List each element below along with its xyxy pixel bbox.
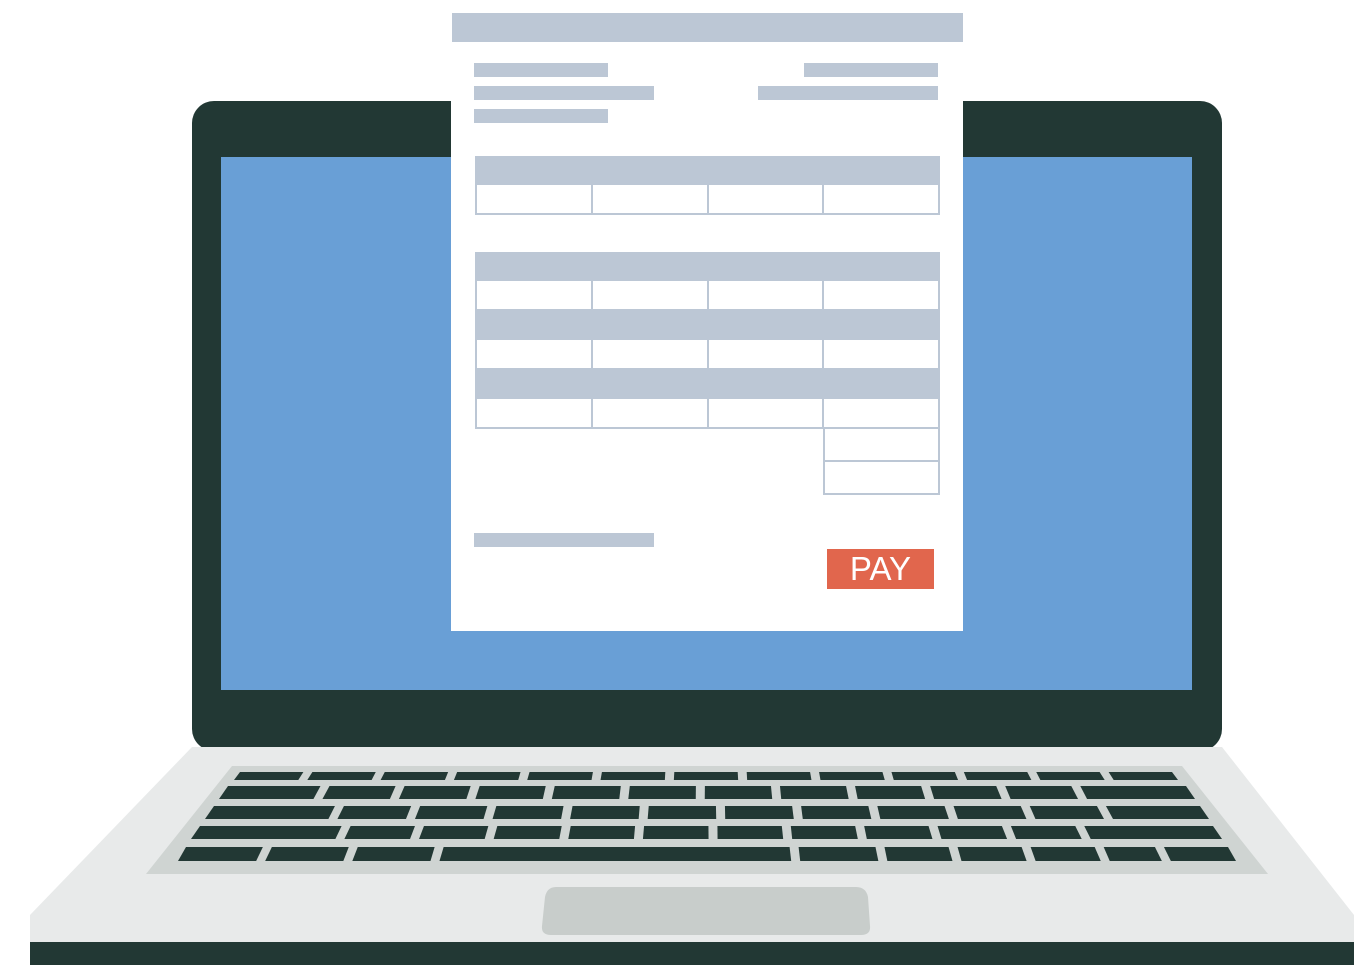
keyboard-key bbox=[779, 786, 849, 799]
keyboard-key bbox=[551, 786, 621, 799]
table-cell bbox=[475, 185, 593, 215]
keyboard-key bbox=[570, 806, 640, 819]
invoice-title-bar bbox=[452, 13, 963, 42]
total-cell bbox=[823, 429, 940, 462]
keyboard-key bbox=[642, 826, 709, 839]
keyboard-key bbox=[492, 806, 564, 819]
table-cell bbox=[592, 399, 709, 429]
keyboard-key bbox=[527, 772, 593, 780]
keyboard-key bbox=[647, 806, 717, 819]
sender-line-2 bbox=[474, 86, 654, 100]
keyboard-key bbox=[1036, 772, 1105, 780]
keyboard-key bbox=[724, 806, 794, 819]
keyboard-key bbox=[819, 772, 885, 780]
keyboard-key bbox=[1030, 847, 1101, 861]
keyboard-key bbox=[801, 806, 872, 819]
keyboard-key bbox=[855, 786, 926, 799]
table-cell bbox=[708, 185, 825, 215]
table-cell bbox=[592, 185, 709, 215]
table-row bbox=[475, 185, 940, 215]
keyboard-key bbox=[1080, 786, 1195, 799]
table-cell bbox=[824, 281, 940, 311]
keyboard-key bbox=[877, 806, 949, 819]
keyboard-key bbox=[891, 772, 959, 780]
keyboard-key bbox=[337, 806, 412, 819]
keyboard-key bbox=[746, 772, 812, 780]
keyboard-key bbox=[953, 806, 1027, 819]
signature-line bbox=[474, 533, 654, 547]
keyboard-key bbox=[453, 772, 521, 780]
keyboard-key bbox=[600, 772, 666, 780]
table-header bbox=[475, 370, 940, 399]
keyboard-key bbox=[673, 772, 739, 780]
keyboard-key bbox=[219, 786, 321, 799]
keyboard-key bbox=[414, 806, 488, 819]
pay-button[interactable]: PAY bbox=[827, 549, 934, 589]
recipient-line-2 bbox=[758, 86, 938, 100]
keyboard-key bbox=[798, 847, 879, 861]
keyboard-key bbox=[439, 847, 792, 861]
table-cell bbox=[708, 399, 825, 429]
table-cell bbox=[475, 340, 593, 370]
keyboard-key bbox=[493, 826, 562, 839]
touchpad bbox=[541, 887, 871, 935]
keyboard-key bbox=[937, 826, 1008, 839]
keyboard-key bbox=[205, 806, 335, 819]
keyboard-key bbox=[963, 772, 1032, 780]
keyboard-key bbox=[1105, 806, 1209, 819]
keyboard-key bbox=[864, 826, 933, 839]
keyboard-key bbox=[884, 847, 953, 861]
table-cell bbox=[475, 399, 593, 429]
keyboard-key bbox=[265, 847, 349, 861]
total-cell bbox=[823, 462, 940, 495]
base-shadow bbox=[30, 940, 1354, 965]
table-header bbox=[475, 252, 940, 281]
keyboard-key bbox=[628, 786, 696, 799]
keyboard-key bbox=[717, 826, 784, 839]
keyboard-key bbox=[704, 786, 773, 799]
keyboard-key bbox=[1108, 772, 1178, 780]
keyboard-key bbox=[1103, 847, 1162, 861]
sender-line-1 bbox=[474, 63, 608, 77]
table-row bbox=[475, 399, 940, 429]
recipient-line-1 bbox=[804, 63, 938, 77]
keyboard-key bbox=[191, 826, 342, 839]
table-cell bbox=[592, 340, 709, 370]
keyboard-key bbox=[957, 847, 1027, 861]
keyboard-key bbox=[178, 847, 263, 861]
table-cell bbox=[475, 281, 593, 311]
table-cell bbox=[824, 340, 940, 370]
keyboard-key bbox=[380, 772, 449, 780]
keyboard-key bbox=[398, 786, 471, 799]
keyboard-key bbox=[475, 786, 546, 799]
keyboard-key bbox=[307, 772, 376, 780]
keyboard-key bbox=[322, 786, 396, 799]
table-cell bbox=[824, 399, 940, 429]
keyboard-key bbox=[568, 826, 636, 839]
keyboard-key bbox=[234, 772, 304, 780]
table-header bbox=[475, 311, 940, 340]
table-row bbox=[475, 281, 940, 311]
keyboard-key bbox=[1084, 826, 1222, 839]
keyboard-key bbox=[1005, 786, 1079, 799]
keyboard-key bbox=[1029, 806, 1105, 819]
table-cell bbox=[708, 281, 825, 311]
keyboard-key bbox=[344, 826, 415, 839]
table-cell bbox=[592, 281, 709, 311]
keyboard-key bbox=[1163, 847, 1236, 861]
keyboard-key bbox=[930, 786, 1002, 799]
keyboard-key bbox=[790, 826, 858, 839]
table-cell bbox=[824, 185, 940, 215]
keyboard-key bbox=[419, 826, 489, 839]
table-row bbox=[475, 340, 940, 370]
keyboard-key bbox=[352, 847, 435, 861]
keyboard-key bbox=[1010, 826, 1082, 839]
sender-line-3 bbox=[474, 109, 608, 123]
laptop-illustration: PAY bbox=[0, 0, 1354, 965]
table-cell bbox=[708, 340, 825, 370]
table-header bbox=[475, 156, 940, 185]
